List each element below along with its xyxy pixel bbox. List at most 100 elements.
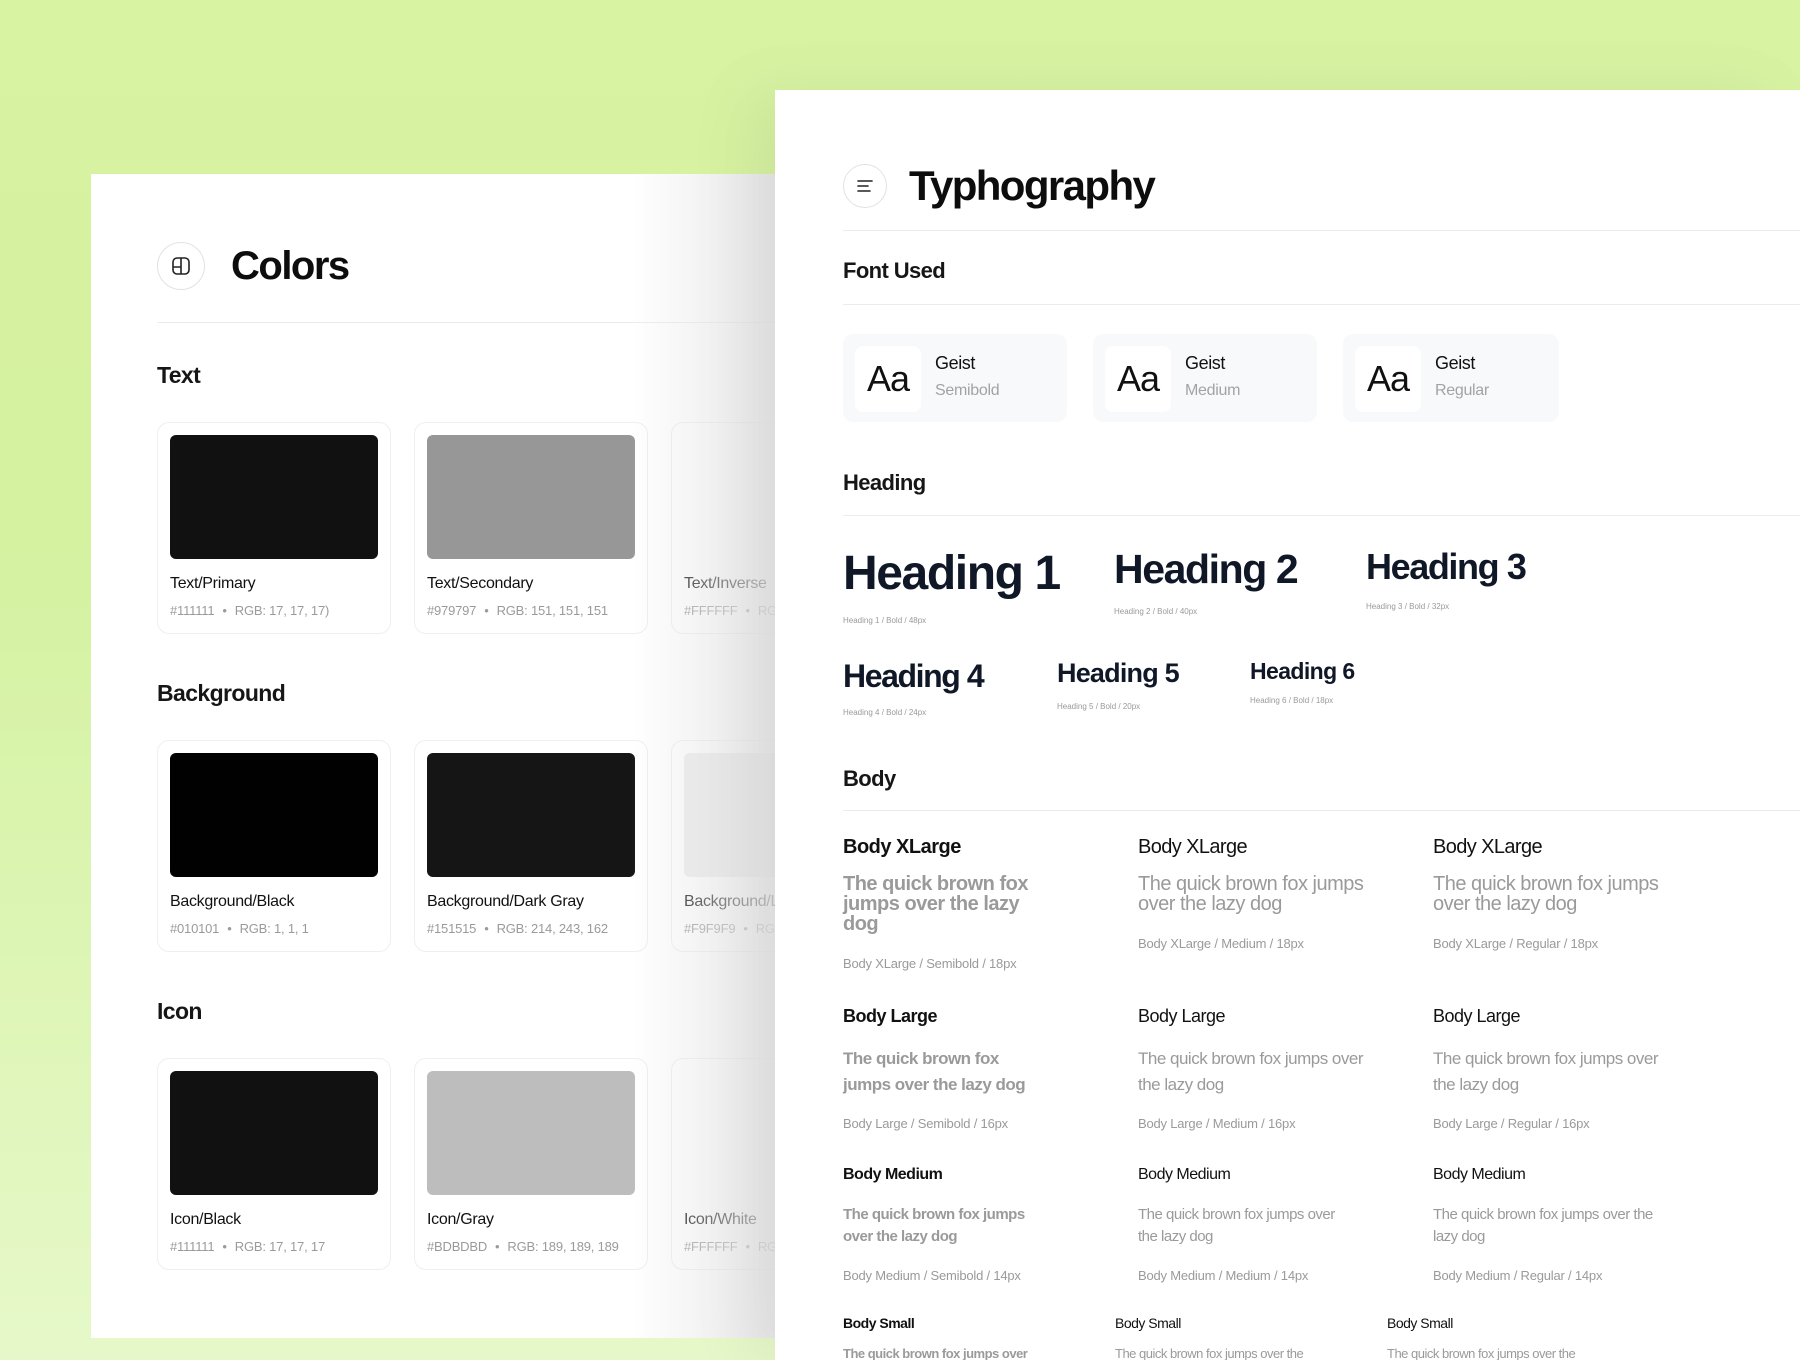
body-sample: The quick brown fox jumps over the <box>1387 1346 1576 1360</box>
color-swatch <box>170 435 378 559</box>
color-meta: #111111 • RGB: 17, 17, 17) <box>170 603 330 618</box>
body-meta: Body Large / Medium / 16px <box>1138 1116 1296 1131</box>
body-meta: Body XLarge / Regular / 18px <box>1433 936 1598 951</box>
color-swatch <box>427 435 635 559</box>
layout-icon[interactable] <box>157 242 205 290</box>
color-card[interactable]: Text/Secondary #979797 • RGB: 151, 151, 15… <box>414 422 648 634</box>
heading-sample: Heading 1 <box>843 547 1061 600</box>
body-sample: The quick brown fox jumps over the lazy … <box>843 873 1028 935</box>
body-sample: The quick brown fox jumps over the lazy … <box>843 1206 1025 1245</box>
color-meta: #F9F9F9 • RG <box>684 921 775 936</box>
typography-header: Typhography <box>843 162 1156 210</box>
colors-header: Colors <box>157 242 350 290</box>
body-style-title: Body XLarge <box>1433 836 1543 858</box>
heading-meta: Heading 6 / Bold / 18px <box>1250 696 1334 705</box>
body-sample: The quick brown fox jumps over the lazy … <box>1433 1049 1659 1094</box>
body-style-title: Body Large <box>1433 1006 1521 1026</box>
body-style-title: Body Medium <box>1433 1166 1526 1183</box>
body-sample: The quick brown fox jumps over the lazy … <box>1138 1049 1364 1094</box>
body-style-title: Body XLarge <box>843 836 961 858</box>
font-name: Geist <box>935 353 976 373</box>
color-swatch <box>170 753 378 877</box>
color-name: Text/Secondary <box>427 575 534 592</box>
color-card[interactable]: Icon/Gray #BDBDBD • RGB: 189, 189, 189 <box>414 1058 648 1270</box>
color-name: Icon/Black <box>170 1211 241 1228</box>
body-style-title: Body XLarge <box>1138 836 1248 858</box>
typography-panel: Typhography Font Used Aa Geist Semibold … <box>775 90 1800 1360</box>
body-style-title: Body Small <box>1115 1315 1181 1331</box>
heading-sample: Heading 2 <box>1114 546 1299 592</box>
font-card[interactable]: Aa Geist Semibold <box>843 334 1067 422</box>
heading-sample: Heading 3 <box>1366 546 1527 587</box>
color-name: Background/Black <box>170 893 295 910</box>
section-label-heading: Heading <box>843 470 926 495</box>
section-label-icon: Icon <box>157 998 202 1024</box>
font-name: Geist <box>1435 353 1476 373</box>
divider <box>843 304 1800 305</box>
divider <box>843 230 1800 231</box>
color-meta: #151515 • RGB: 214, 243, 162 <box>427 921 608 936</box>
heading-meta: Heading 3 / Bold / 32px <box>1366 602 1450 611</box>
color-meta: #010101 • RGB: 1, 1, 1 <box>170 921 309 936</box>
color-name: Text/Inverse <box>684 575 767 592</box>
page-title: Typhography <box>909 162 1156 209</box>
color-name: Text/Primary <box>170 575 256 592</box>
heading-meta: Heading 1 / Bold / 48px <box>843 616 927 625</box>
heading-sample: Heading 5 <box>1057 658 1180 688</box>
body-meta: Body Medium / Regular / 14px <box>1433 1268 1603 1283</box>
section-label-body: Body <box>843 766 896 791</box>
font-sample: Aa <box>1355 346 1421 412</box>
heading-sample: Heading 4 <box>843 658 985 694</box>
body-sample: The quick brown fox jumps over the lazy … <box>1433 873 1659 915</box>
body-sample: The quick brown fox jumps over the lazy … <box>1138 1206 1335 1245</box>
color-meta: #111111 • RGB: 17, 17, 17 <box>170 1239 325 1254</box>
color-name: Icon/Gray <box>427 1211 494 1228</box>
font-card[interactable]: Aa Geist Regular <box>1343 334 1559 422</box>
section-label-background: Background <box>157 680 286 706</box>
color-meta: #BDBDBD • RGB: 189, 189, 189 <box>427 1239 619 1254</box>
body-style-title: Body Large <box>1138 1006 1226 1026</box>
align-left-icon[interactable] <box>843 164 887 208</box>
color-card[interactable]: Icon/Black #111111 • RGB: 17, 17, 17 <box>157 1058 391 1270</box>
body-meta: Body Large / Regular / 16px <box>1433 1116 1590 1131</box>
font-weight: Medium <box>1185 382 1241 399</box>
body-style-title: Body Medium <box>843 1166 943 1183</box>
color-swatch <box>427 753 635 877</box>
page-title: Colors <box>231 243 350 288</box>
divider <box>843 810 1800 811</box>
font-sample: Aa <box>855 346 921 412</box>
color-meta: #FFFFFF • RG <box>684 603 777 618</box>
heading-meta: Heading 2 / Bold / 40px <box>1114 607 1198 616</box>
body-meta: Body Medium / Medium / 14px <box>1138 1268 1309 1283</box>
divider <box>843 515 1800 516</box>
color-meta: #FFFFFF • RG <box>684 1239 777 1254</box>
color-card[interactable]: Background/Dark Gray #151515 • RGB: 214, 2… <box>414 740 648 952</box>
color-card[interactable]: Text/Primary #111111 • RGB: 17, 17, 17) <box>157 422 391 634</box>
body-sample: The quick brown fox jumps over the <box>1115 1346 1304 1360</box>
heading-sample: Heading 6 <box>1250 658 1355 684</box>
divider <box>157 322 791 323</box>
body-style-title: Body Large <box>843 1006 938 1026</box>
body-sample: The quick brown fox jumps over the lazy … <box>1433 1206 1653 1245</box>
body-sample: The quick brown fox jumps over the lazy … <box>1138 873 1364 915</box>
color-card[interactable]: Background/Black #010101 • RGB: 1, 1, 1 <box>157 740 391 952</box>
font-card[interactable]: Aa Geist Medium <box>1093 334 1317 422</box>
font-sample: Aa <box>1105 346 1171 412</box>
font-weight: Semibold <box>935 382 1000 399</box>
body-style-title: Body Medium <box>1138 1166 1231 1183</box>
heading-meta: Heading 4 / Bold / 24px <box>843 708 927 717</box>
body-style-title: Body Small <box>1387 1315 1453 1331</box>
heading-meta: Heading 5 / Bold / 20px <box>1057 702 1141 711</box>
body-meta: Body Large / Semibold / 16px <box>843 1116 1008 1131</box>
color-swatch <box>427 1071 635 1195</box>
body-meta: Body Medium / Semibold / 14px <box>843 1268 1021 1283</box>
body-meta: Body XLarge / Semibold / 18px <box>843 956 1017 971</box>
section-label-font-used: Font Used <box>843 258 946 283</box>
body-sample: The quick brown fox jumps over the lazy … <box>843 1049 1026 1094</box>
section-label-text: Text <box>157 362 201 388</box>
body-meta: Body XLarge / Medium / 18px <box>1138 936 1304 951</box>
color-meta: #979797 • RGB: 151, 151, 151 <box>427 603 608 618</box>
color-name: Background/Dark Gray <box>427 893 584 910</box>
color-swatch <box>170 1071 378 1195</box>
color-name: Background/L <box>684 893 780 910</box>
